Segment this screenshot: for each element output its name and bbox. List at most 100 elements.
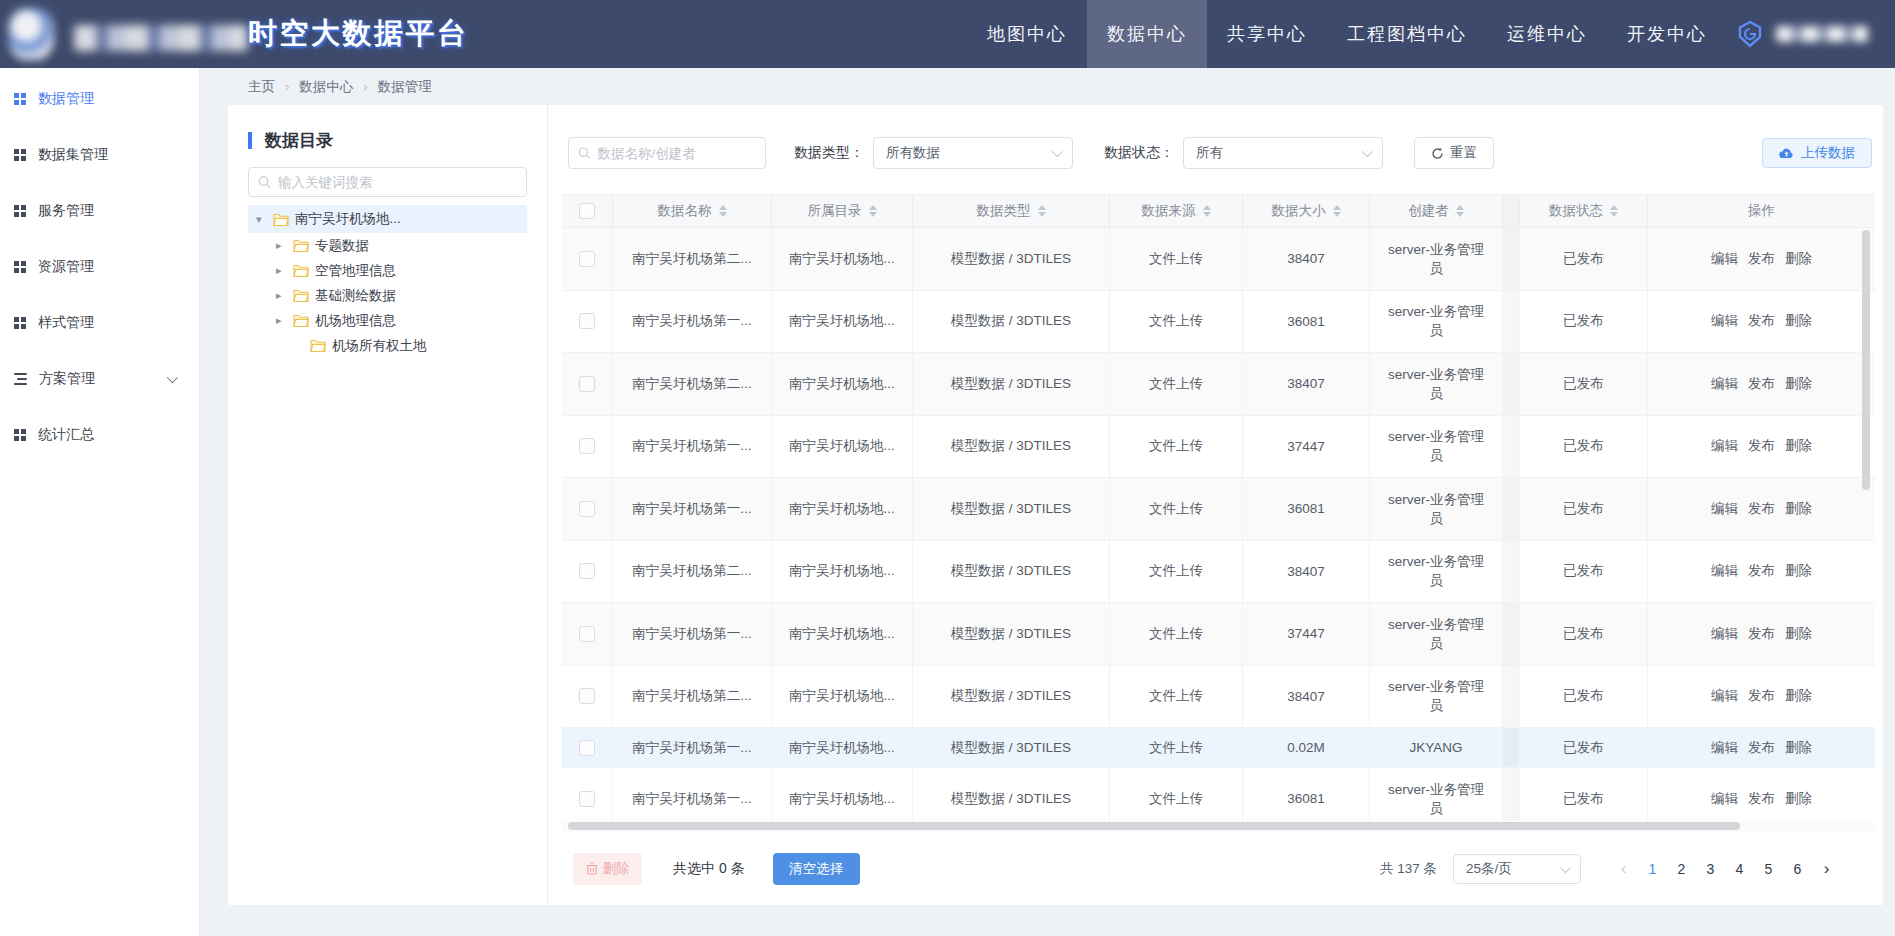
sidebar-item[interactable]: 服务管理 (0, 191, 199, 231)
page-button[interactable]: 1 (1638, 861, 1667, 877)
tree-node[interactable]: ▾ 南宁吴圩机场地... (248, 205, 527, 233)
table-row[interactable]: 南宁吴圩机场第一... 南宁吴圩机场地... 模型数据 / 3DTILES 文件… (562, 291, 1875, 354)
table-header-cell[interactable] (562, 195, 613, 227)
page-size-select[interactable]: 25条/页 (1453, 854, 1581, 884)
delete-link[interactable]: 删除 (1785, 625, 1812, 643)
row-checkbox[interactable] (579, 251, 595, 267)
row-checkbox[interactable] (579, 740, 595, 756)
edit-link[interactable]: 编辑 (1711, 437, 1738, 455)
tree-node[interactable]: ▸ 空管地理信息 (248, 258, 527, 283)
tree-caret-icon[interactable]: ▸ (276, 264, 293, 277)
edit-link[interactable]: 编辑 (1711, 739, 1738, 757)
nav-item[interactable]: 地图中心 (967, 0, 1087, 68)
table-row[interactable]: 南宁吴圩机场第二... 南宁吴圩机场地... 模型数据 / 3DTILES 文件… (562, 666, 1875, 729)
redacted-username[interactable] (1776, 26, 1868, 42)
delete-link[interactable]: 删除 (1785, 739, 1812, 757)
table-header-cell[interactable]: 所属目录 (772, 195, 913, 227)
table-header-cell[interactable]: 数据名称 (613, 195, 772, 227)
edit-link[interactable]: 编辑 (1711, 790, 1738, 808)
reset-button[interactable]: 重置 (1414, 137, 1494, 169)
sort-icon[interactable] (719, 205, 727, 217)
row-checkbox[interactable] (579, 438, 595, 454)
sort-icon[interactable] (869, 205, 877, 217)
nav-item[interactable]: 数据中心 (1087, 0, 1207, 68)
edit-link[interactable]: 编辑 (1711, 625, 1738, 643)
edit-link[interactable]: 编辑 (1711, 375, 1738, 393)
row-checkbox[interactable] (579, 376, 595, 392)
publish-link[interactable]: 发布 (1748, 562, 1775, 580)
sidebar-item[interactable]: 样式管理 (0, 303, 199, 343)
delete-link[interactable]: 删除 (1785, 500, 1812, 518)
nav-item[interactable]: 开发中心 (1607, 0, 1727, 68)
sidebar-item[interactable]: 方案管理 (0, 359, 199, 399)
table-row[interactable]: 南宁吴圩机场第二... 南宁吴圩机场地... 模型数据 / 3DTILES 文件… (562, 353, 1875, 416)
upload-data-button[interactable]: 上传数据 (1762, 138, 1872, 168)
table-row[interactable]: 南宁吴圩机场第二... 南宁吴圩机场地... 模型数据 / 3DTILES 文件… (562, 228, 1875, 291)
page-button[interactable]: 6 (1783, 861, 1812, 877)
table-header-cell[interactable]: 创建者 (1370, 195, 1503, 227)
nav-item[interactable]: 共享中心 (1207, 0, 1327, 68)
nav-item[interactable]: 运维中心 (1487, 0, 1607, 68)
row-checkbox[interactable] (579, 688, 595, 704)
tree-caret-icon[interactable]: ▸ (276, 239, 293, 252)
sort-icon[interactable] (1038, 205, 1046, 217)
publish-link[interactable]: 发布 (1748, 312, 1775, 330)
delete-link[interactable]: 删除 (1785, 312, 1812, 330)
edit-link[interactable]: 编辑 (1711, 500, 1738, 518)
publish-link[interactable]: 发布 (1748, 500, 1775, 518)
table-header-cell[interactable]: 数据类型 (913, 195, 1110, 227)
sidebar-item[interactable]: 资源管理 (0, 247, 199, 287)
type-filter-select[interactable]: 所有数据 (873, 137, 1073, 169)
delete-link[interactable]: 删除 (1785, 790, 1812, 808)
sort-icon[interactable] (1333, 205, 1341, 217)
breadcrumb-item[interactable]: 数据管理 (378, 78, 432, 96)
nav-item[interactable]: 工程图档中心 (1327, 0, 1487, 68)
table-header-cell[interactable] (1503, 195, 1520, 227)
clear-selection-button[interactable]: 清空选择 (773, 853, 860, 885)
publish-link[interactable]: 发布 (1748, 790, 1775, 808)
table-search-input[interactable] (597, 146, 756, 161)
row-checkbox[interactable] (579, 626, 595, 642)
tree-search-input[interactable] (278, 175, 517, 190)
batch-delete-button[interactable]: 删除 (573, 853, 642, 885)
breadcrumb-item[interactable]: 主页 (248, 78, 275, 96)
tree-node[interactable]: ▸ 基础测绘数据 (248, 283, 527, 308)
tree-caret-icon[interactable]: ▾ (256, 213, 273, 226)
table-row[interactable]: 南宁吴圩机场第一... 南宁吴圩机场地... 模型数据 / 3DTILES 文件… (562, 603, 1875, 666)
publish-link[interactable]: 发布 (1748, 687, 1775, 705)
page-button[interactable]: 5 (1754, 861, 1783, 877)
table-header-cell[interactable]: 数据大小 (1243, 195, 1370, 227)
tree-node[interactable]: 机场所有权土地 (248, 333, 527, 358)
page-button[interactable]: 3 (1696, 861, 1725, 877)
tree-node[interactable]: ▸ 专题数据 (248, 233, 527, 258)
row-checkbox[interactable] (579, 501, 595, 517)
delete-link[interactable]: 删除 (1785, 562, 1812, 580)
select-all-checkbox[interactable] (579, 203, 595, 219)
tree-caret-icon[interactable]: ▸ (276, 314, 293, 327)
sidebar-item[interactable]: 统计汇总 (0, 415, 199, 455)
table-header-cell[interactable]: 操作 (1648, 195, 1875, 227)
delete-link[interactable]: 删除 (1785, 250, 1812, 268)
table-row[interactable]: 南宁吴圩机场第二... 南宁吴圩机场地... 模型数据 / 3DTILES 文件… (562, 541, 1875, 604)
sidebar-item[interactable]: 数据管理 (0, 79, 199, 119)
publish-link[interactable]: 发布 (1748, 375, 1775, 393)
tree-caret-icon[interactable]: ▸ (276, 289, 293, 302)
breadcrumb-item[interactable]: 数据中心 (299, 78, 353, 96)
publish-link[interactable]: 发布 (1748, 625, 1775, 643)
tree-node[interactable]: ▸ 机场地理信息 (248, 308, 527, 333)
platform-badge-icon[interactable] (1737, 20, 1763, 48)
publish-link[interactable]: 发布 (1748, 250, 1775, 268)
sort-icon[interactable] (1456, 205, 1464, 217)
row-checkbox[interactable] (579, 563, 595, 579)
edit-link[interactable]: 编辑 (1711, 562, 1738, 580)
table-row[interactable]: 南宁吴圩机场第一... 南宁吴圩机场地... 模型数据 / 3DTILES 文件… (562, 478, 1875, 541)
row-checkbox[interactable] (579, 791, 595, 807)
row-checkbox[interactable] (579, 313, 595, 329)
publish-link[interactable]: 发布 (1748, 437, 1775, 455)
vertical-scrollbar-thumb[interactable] (1862, 230, 1870, 490)
edit-link[interactable]: 编辑 (1711, 687, 1738, 705)
page-button[interactable]: › (1812, 862, 1841, 876)
delete-link[interactable]: 删除 (1785, 375, 1812, 393)
page-button[interactable]: 4 (1725, 861, 1754, 877)
table-header-cell[interactable]: 数据状态 (1520, 195, 1648, 227)
